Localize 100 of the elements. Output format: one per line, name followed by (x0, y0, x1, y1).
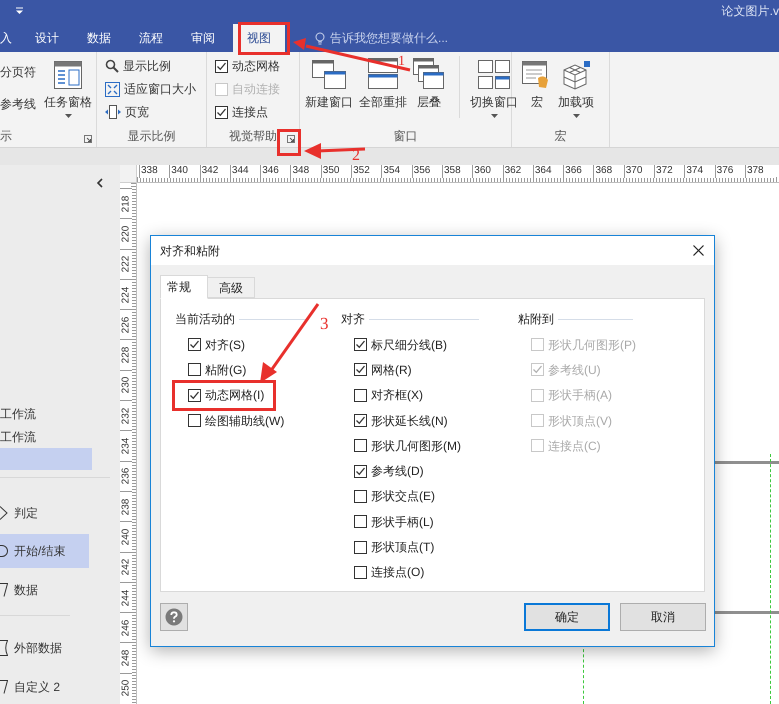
window-title: 论文图片.v (722, 3, 779, 20)
button-label: 加载项 (558, 94, 594, 111)
task-pane-icon (53, 60, 83, 90)
ruler-number: 228 (120, 339, 132, 370)
add-ins-icon (561, 60, 591, 90)
ribbon-large-button[interactable]: 任务窗格 (42, 56, 94, 118)
checkbox-label: 形状几何图形(P) (548, 336, 636, 354)
fit-window-icon (105, 82, 120, 96)
shape-item[interactable]: 判定 (0, 496, 89, 530)
button-label: 层叠 (417, 94, 441, 111)
ribbon-large-button[interactable]: 宏 (520, 56, 554, 111)
ruler-number: 348 (290, 165, 321, 178)
cascade-icon (413, 58, 445, 90)
stored-data-icon (0, 640, 8, 656)
ruler-number: 226 (120, 309, 132, 340)
ribbon-large-button[interactable]: 新建窗口 (303, 56, 355, 111)
trapezoid-icon (0, 680, 8, 694)
dialog-button[interactable]: 确定 (524, 603, 610, 631)
ribbon-tab[interactable]: 审阅 (181, 24, 225, 52)
new-window-icon (312, 58, 346, 90)
checkbox[interactable] (354, 439, 367, 452)
ribbon-tab[interactable]: 入 (0, 24, 25, 52)
tell-me-field[interactable]: 告诉我您想要做什么... (315, 24, 448, 52)
help-button[interactable] (160, 603, 188, 631)
checkbox[interactable] (188, 338, 201, 352)
checkbox-label: 绘图辅助线(W) (205, 412, 284, 430)
dialog-launcher-icon[interactable] (84, 135, 92, 143)
stencil-item[interactable]: 工作流 (0, 403, 92, 425)
quick-access-caret-icon[interactable] (15, 7, 24, 15)
shape-item[interactable]: 开始/结束 (0, 534, 89, 568)
highlight-frame (238, 22, 290, 55)
checkbox[interactable] (215, 60, 228, 72)
group-heading: 对齐 (341, 311, 365, 328)
lightbulb-icon (315, 32, 325, 44)
ribbon-large-button[interactable]: 层叠 (411, 56, 447, 111)
ribbon-tab[interactable]: 视图 (233, 24, 285, 52)
ruler-number: 232 (120, 400, 132, 430)
search-icon (105, 59, 119, 73)
ribbon-tab[interactable]: 数据 (77, 24, 121, 52)
ruler-number: 236 (120, 460, 132, 491)
checkbox[interactable] (354, 363, 367, 376)
shape-item[interactable]: 外部数据 (0, 631, 89, 666)
ribbon-tab[interactable]: 流程 (129, 24, 173, 52)
shape-item[interactable]: 数据 (0, 574, 89, 608)
annotation-number: 3 (320, 315, 328, 332)
checkbox-label: 参考线(D) (371, 463, 424, 480)
group-heading: 粘附到 (518, 311, 554, 328)
ribbon-button[interactable]: 分页符 (0, 62, 36, 82)
checkbox[interactable] (354, 338, 367, 352)
dialog-tab[interactable]: 常规 (160, 275, 208, 299)
ruler-number: 374 (684, 165, 715, 178)
checkbox[interactable] (354, 540, 367, 554)
checkbox-label: 形状手柄(A) (548, 387, 612, 404)
ruler-number: 346 (260, 165, 290, 178)
ruler-number: 344 (230, 165, 260, 178)
ruler-number: 244 (120, 582, 132, 612)
checkbox[interactable] (215, 106, 228, 118)
collapse-chevron-icon[interactable] (96, 178, 103, 188)
ribbon-button[interactable]: 参考线 (0, 94, 36, 114)
checkbox[interactable] (354, 414, 367, 428)
group-label: 示 (0, 128, 12, 145)
ruler-number: 354 (381, 165, 412, 178)
dialog-tab[interactable]: 高级 (208, 277, 255, 298)
ruler-number: 218 (120, 188, 132, 218)
checkbox[interactable] (354, 490, 367, 503)
checkbox[interactable] (354, 566, 367, 579)
ruler-number: 372 (654, 165, 684, 178)
checkbox[interactable] (354, 515, 367, 528)
checkbox[interactable] (188, 414, 201, 428)
checkbox-label: 形状顶点(V) (548, 412, 612, 430)
button-label: 任务窗格 (44, 94, 92, 111)
ruler-number: 350 (320, 165, 352, 178)
button-label: 全部重排 (359, 94, 407, 111)
ruler-number: 250 (120, 672, 132, 704)
ruler-number: 360 (472, 165, 503, 178)
dialog-launcher-icon[interactable] (287, 135, 295, 143)
checkbox[interactable] (188, 388, 201, 402)
ruler-number: 222 (120, 248, 132, 279)
ribbon-tab[interactable]: 设计 (25, 24, 69, 52)
checkbox-label: 连接点 (232, 104, 268, 121)
ribbon-large-button[interactable]: 加载项 (556, 56, 596, 118)
ribbon-button[interactable]: 显示比例 (105, 56, 196, 76)
checkbox-label: 形状顶点(T) (371, 539, 434, 556)
checkbox-label: 参考线(U) (548, 362, 601, 379)
ruler-number: 368 (593, 165, 624, 178)
ribbon-button[interactable]: 适应窗口大小 (105, 79, 196, 99)
dialog-title: 对齐和粘附 (160, 242, 220, 260)
checkbox[interactable] (354, 388, 367, 402)
dialog-button[interactable]: 取消 (620, 603, 706, 631)
checkbox-label: 对齐(S) (205, 336, 245, 354)
ribbon-large-button[interactable]: 切换窗口 (459, 56, 520, 118)
checkbox[interactable] (354, 464, 367, 478)
ruler-number: 238 (120, 490, 132, 522)
close-icon[interactable] (693, 245, 704, 256)
ribbon-button[interactable]: 页宽 (105, 102, 196, 122)
ruler-number: 220 (120, 218, 132, 249)
checkbox[interactable] (188, 363, 201, 376)
shape-item[interactable]: 自定义 2 (0, 670, 89, 704)
ruler-number: 240 (120, 521, 132, 552)
stencil-item[interactable]: 工作流 (0, 426, 92, 448)
